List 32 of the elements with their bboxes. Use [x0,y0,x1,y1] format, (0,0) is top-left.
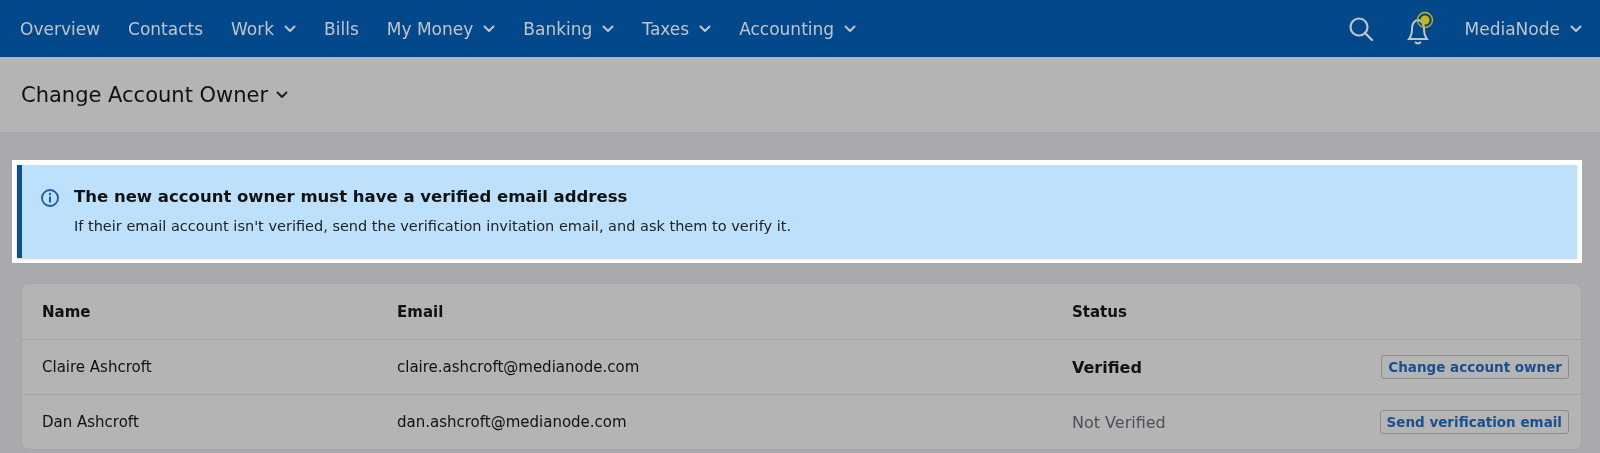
nav-link[interactable]: Overview [6,18,115,39]
chevron-down-icon [699,24,712,33]
chevron-down-icon [1570,24,1582,33]
nav-menu[interactable]: Accounting [725,18,871,39]
table-cell: Claire Ashcroft [42,358,152,376]
chevron-down-icon [276,90,289,99]
nav-menu[interactable]: My Money [372,18,510,39]
nav-menu[interactable]: Banking [509,18,629,39]
account-menu[interactable]: MediaNode [1464,18,1582,39]
nav-menu[interactable]: Work [217,18,311,39]
action-button[interactable]: Send verification email [1379,410,1569,434]
column-header: Status [1072,302,1127,321]
chevron-down-icon [284,24,297,33]
nav-link[interactable]: Bills [310,18,373,39]
status-text: Verified [1072,357,1142,377]
chevron-down-icon [844,24,857,33]
column-header: Name [42,302,91,321]
chevron-down-icon [483,24,496,33]
nav-menu[interactable]: Taxes [628,18,726,39]
action-button[interactable]: Change account owner [1381,355,1569,379]
table-cell: Dan Ashcroft [42,413,139,431]
notice-text: If their email account isn't verified, send the verification invitation email, and ask them to verify it. [74,218,791,234]
table-cell: dan.ashcroft@medianode.com [397,413,627,431]
column-header: Email [397,302,444,321]
chevron-down-icon [602,24,615,33]
page-title[interactable]: Change Account Owner [21,82,289,107]
notice-title: The new account owner must have a verified email address [74,187,629,206]
nav-link[interactable]: Contacts [114,18,218,39]
table-cell: claire.ashcroft@medianode.com [397,358,640,376]
search-icon[interactable] [1346,14,1375,43]
info-icon [40,188,60,208]
status-text: Not Verified [1072,412,1166,432]
